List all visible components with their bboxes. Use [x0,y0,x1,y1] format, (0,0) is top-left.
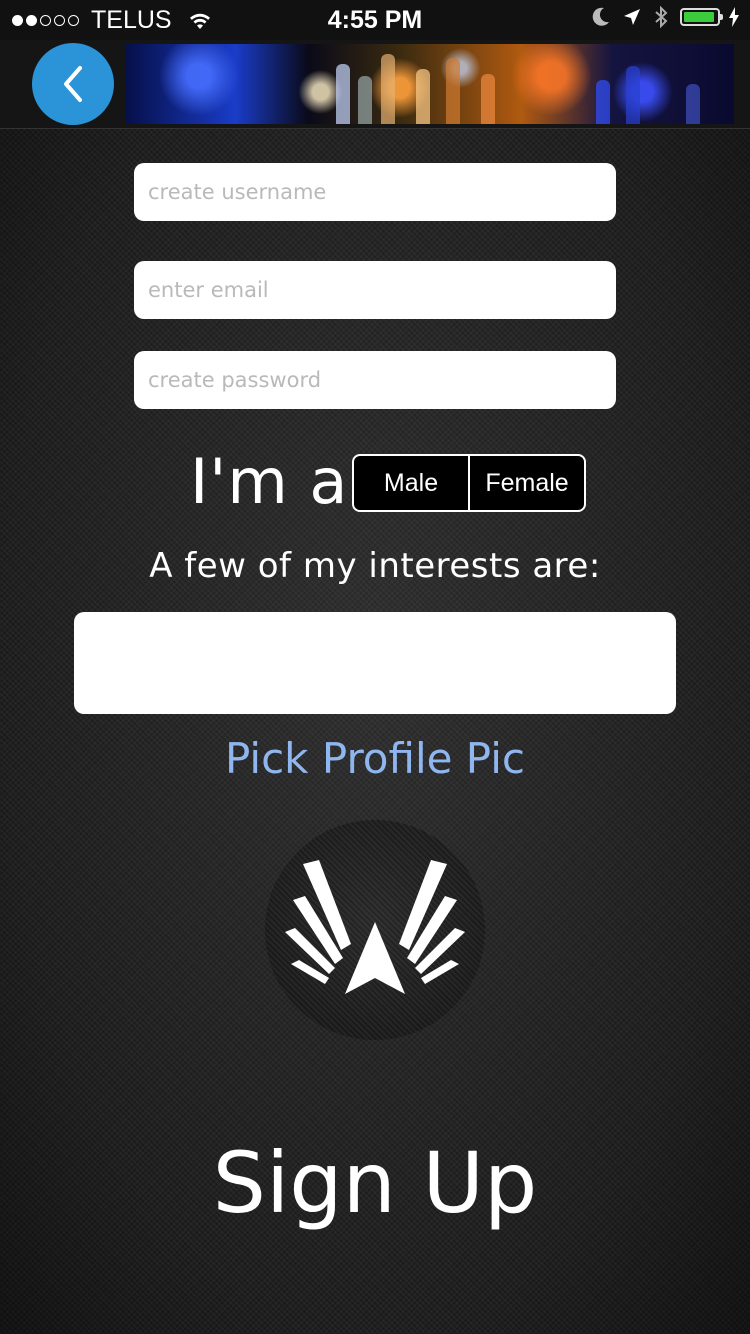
moon-icon [592,7,610,27]
interests-label: A few of my interests are: [149,546,601,586]
password-input[interactable] [134,351,616,409]
pick-profile-pic-button[interactable]: Pick Profile Pic [0,734,750,783]
location-arrow-icon [622,7,642,27]
username-input[interactable] [134,163,616,221]
status-bar: TELUS 4:55 PM [0,0,750,40]
wings-logo-icon [285,860,465,1000]
email-input[interactable] [134,261,616,319]
charging-bolt-icon [728,7,740,27]
interests-input[interactable] [74,612,676,714]
status-right [592,6,740,28]
gender-segmented-control: Male Female [352,454,586,512]
header-banner-image [126,44,734,124]
gender-option-female[interactable]: Female [468,456,584,510]
header [0,40,750,129]
sign-up-button[interactable]: Sign Up [0,1128,750,1238]
gender-option-male[interactable]: Male [354,456,468,510]
bluetooth-icon [654,6,668,28]
battery-icon [680,8,723,26]
gender-label: I'm a: [190,445,371,518]
back-button[interactable] [32,43,114,125]
profile-pic-placeholder[interactable] [265,820,485,1040]
chevron-left-icon [58,64,88,104]
